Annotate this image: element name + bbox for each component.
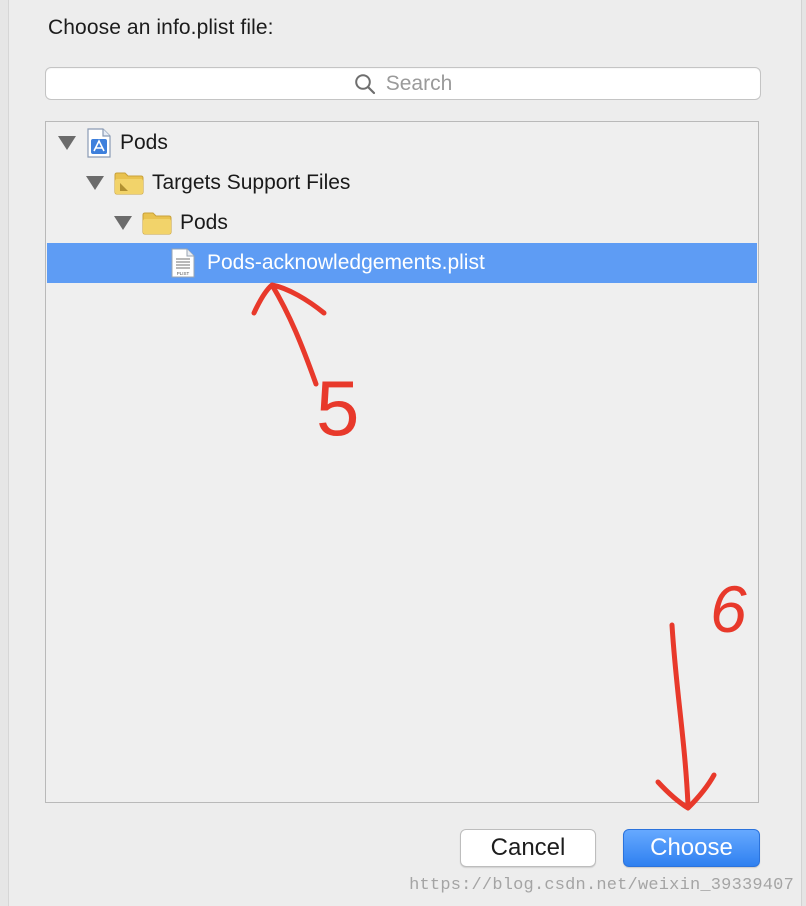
xcode-project-icon — [87, 128, 111, 158]
tree-row-pods-folder[interactable]: Pods — [47, 203, 757, 243]
tree-row-label: Pods — [180, 211, 228, 234]
folder-icon — [114, 172, 144, 195]
file-outline-view[interactable]: Pods Targets Support Files Pods PLIST Po… — [45, 121, 759, 803]
choose-button[interactable]: Choose — [623, 829, 760, 867]
tree-row-pods-acknowledgements-plist[interactable]: PLIST Pods-acknowledgements.plist — [47, 243, 757, 283]
watermark-url: https://blog.csdn.net/weixin_39339407 — [409, 876, 794, 895]
dialog-prompt: Choose an info.plist file: — [48, 16, 274, 39]
magnifier-icon — [354, 73, 375, 94]
search-placeholder: Search — [385, 71, 453, 95]
window-edge-right — [801, 0, 806, 906]
tree-row-targets-support-files[interactable]: Targets Support Files — [47, 163, 757, 203]
tree-row-pods-project[interactable]: Pods — [47, 123, 757, 163]
tree-row-label: Targets Support Files — [152, 171, 351, 194]
file-badge-text: PLIST — [177, 271, 190, 276]
folder-icon — [142, 212, 172, 235]
cancel-button[interactable]: Cancel — [460, 829, 596, 867]
tree-row-label: Pods — [120, 131, 168, 154]
open-panel-sheet: Choose an info.plist file: Search Pods T… — [0, 0, 806, 906]
window-edge-left — [0, 0, 9, 906]
tree-row-label: Pods-acknowledgements.plist — [207, 251, 485, 274]
disclosure-triangle-icon[interactable] — [58, 136, 76, 150]
plist-file-icon: PLIST — [171, 248, 195, 278]
disclosure-triangle-icon[interactable] — [114, 216, 132, 230]
search-field[interactable]: Search — [45, 67, 761, 100]
disclosure-triangle-icon[interactable] — [86, 176, 104, 190]
